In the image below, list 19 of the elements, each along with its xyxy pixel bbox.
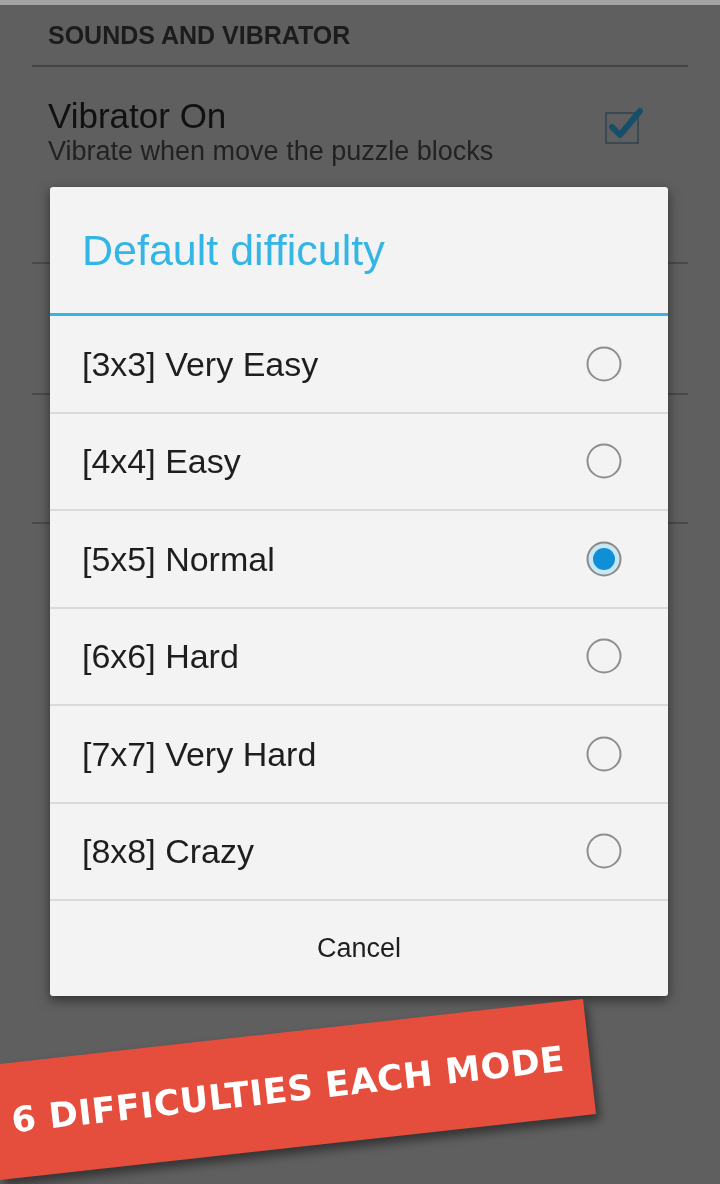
radio-button[interactable] [586,735,622,772]
section-header: SOUNDS AND VIBRATOR [48,22,351,48]
radio-button[interactable] [586,638,622,675]
checkbox[interactable] [604,107,644,145]
difficulty-option[interactable]: [3x3] Very Easy [50,316,668,414]
difficulty-option[interactable]: [4x4] Easy [50,413,668,511]
difficulty-option[interactable]: [7x7] Very Hard [50,706,668,804]
difficulty-option[interactable]: [5x5] Normal [50,511,668,609]
radio-button[interactable] [586,540,622,577]
setting-title: Vibrator On [48,95,228,137]
cancel-button[interactable]: Cancel [50,901,668,996]
difficulty-option[interactable]: [6x6] Hard [50,608,668,706]
dialog-title: Default difficulty [82,228,385,272]
radio-button[interactable] [586,443,622,480]
difficulty-option[interactable]: [8x8] Crazy [50,803,668,901]
radio-button[interactable] [586,833,622,870]
banner-text: 6 DIFFICULTIES EACH MODE [9,1038,567,1141]
setting-summary: Vibrate when move the puzzle blocks [48,135,494,167]
radio-button[interactable] [586,345,622,382]
